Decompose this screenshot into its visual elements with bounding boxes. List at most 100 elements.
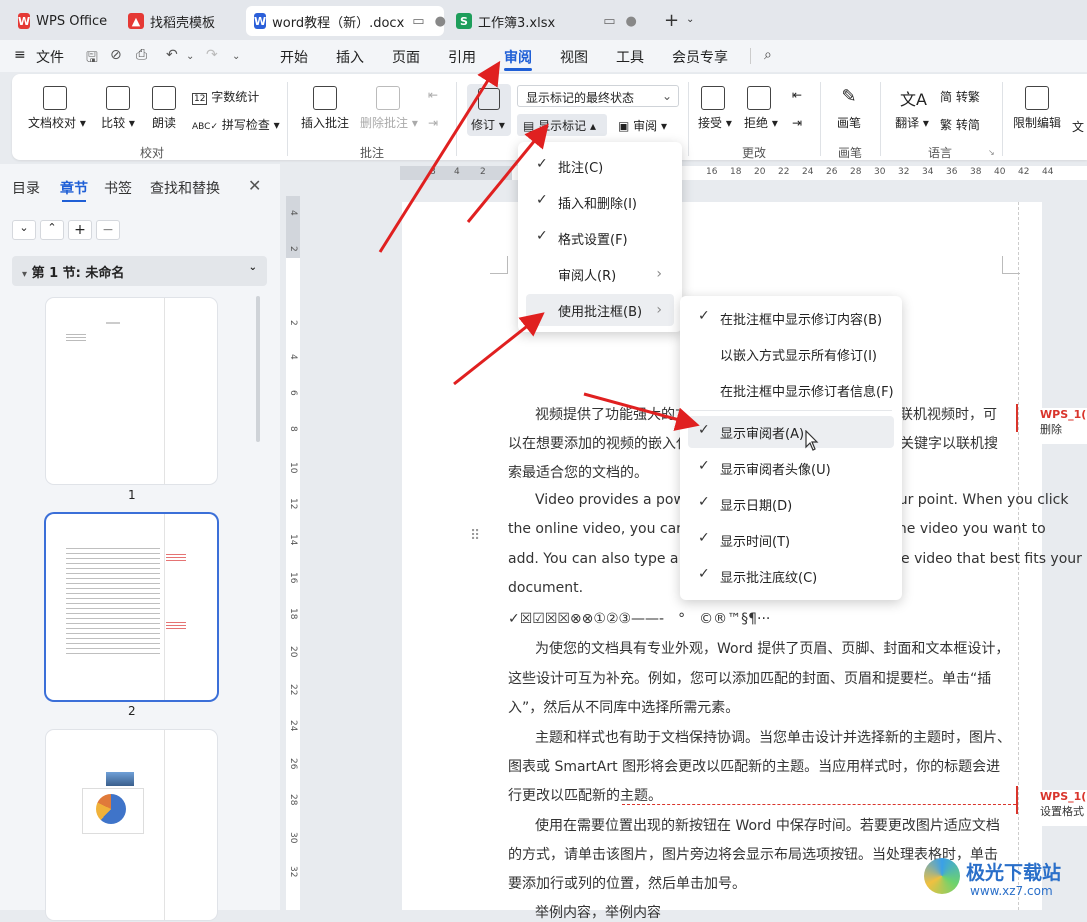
- page-thumbnail-2[interactable]: [46, 514, 217, 700]
- tab-dot-icon[interactable]: ●: [625, 14, 636, 29]
- ruler-label: 30: [874, 167, 886, 177]
- vertical-ruler-ticks: 4 2 2 4 6 8 10 12 14 16 18 20 22 24 26 28 30 32: [286, 196, 300, 910]
- next-change-icon[interactable]: ⇥: [792, 116, 802, 130]
- translate-icon: 文A: [900, 90, 927, 109]
- scrollbar[interactable]: [256, 296, 260, 442]
- delete-comment-button[interactable]: 删除批注 ▾: [360, 86, 418, 131]
- compare-button[interactable]: 比较 ▾: [98, 86, 138, 131]
- tab-docer[interactable]: ▲ 找稻壳模板: [120, 6, 242, 36]
- markup-state-select[interactable]: 显示标记的最终状态 ⌄: [517, 85, 679, 107]
- read-aloud-button[interactable]: 朗读: [150, 86, 178, 131]
- print-preview-icon[interactable]: ⎙: [136, 47, 147, 63]
- label: 显示时间(T): [720, 534, 791, 550]
- ruler-label: 38: [970, 167, 982, 177]
- menu-item-reviewer-info-in-balloons[interactable]: 在批注框中显示修订者信息(F): [688, 374, 894, 406]
- active-tab-indicator: [62, 200, 86, 202]
- chevron-down-icon[interactable]: ⌄: [186, 51, 194, 62]
- collapse-icon[interactable]: ⌄: [12, 220, 36, 240]
- menu-item-show-revisions-in-balloons[interactable]: ✓ 在批注框中显示修订内容(B): [688, 302, 894, 334]
- pen-button[interactable]: ✎ 画笔: [834, 86, 864, 131]
- expand-icon[interactable]: ⌃: [40, 220, 64, 240]
- monitor-icon[interactable]: ▭: [603, 14, 615, 29]
- more-icon[interactable]: ⌄: [232, 51, 240, 62]
- doc-check-button[interactable]: 文档校对 ▾: [28, 86, 86, 131]
- menu-item-inline-revisions[interactable]: 以嵌入方式显示所有修订(I): [688, 338, 894, 370]
- section-header[interactable]: ▾ 第 1 节: 未命名 ⌄: [12, 256, 267, 286]
- expand-group-icon[interactable]: ↘: [988, 148, 995, 157]
- track-button[interactable]: 修订 ▾: [467, 84, 511, 136]
- menu-review[interactable]: 审阅: [504, 47, 532, 67]
- menu-item-comment-shading[interactable]: ✓ 显示批注底纹(C): [688, 560, 894, 592]
- page-thumbnail-1[interactable]: [46, 298, 217, 484]
- spell-check-button[interactable]: ABC✓ 拼写检查 ▾: [192, 116, 280, 133]
- reviewing-pane-icon: ▣: [618, 119, 630, 133]
- menu-start[interactable]: 开始: [280, 47, 308, 67]
- tab-wps-office[interactable]: W WPS Office: [10, 6, 114, 36]
- tab-dot-icon[interactable]: ●: [435, 14, 446, 29]
- menu-item-show-avatar[interactable]: ✓ 显示审阅者头像(U): [688, 452, 894, 484]
- page-thumbnail-3[interactable]: [46, 730, 217, 920]
- tab-toc[interactable]: 目录: [12, 178, 40, 198]
- prev-comment-icon[interactable]: ⇤: [428, 88, 438, 102]
- paragraph-line: ✓☒☑☒☒⊗⊗①②③——- ° ©®™§¶···: [508, 611, 771, 627]
- redo-icon[interactable]: ↷: [206, 47, 218, 63]
- undo-icon[interactable]: ↶: [166, 47, 178, 63]
- word-count-button[interactable]: 12 字数统计: [192, 88, 259, 105]
- menu-tools[interactable]: 工具: [616, 47, 644, 67]
- close-icon[interactable]: ✕: [248, 176, 261, 195]
- trad-convert-button[interactable]: 简 转繁: [940, 88, 980, 105]
- comment-balloon-2[interactable]: WPS_1( 设置格式: [1040, 790, 1087, 826]
- ruler-label: 34: [922, 167, 934, 177]
- reviewing-pane-button[interactable]: ▣ 审阅 ▾: [618, 117, 667, 134]
- next-comment-icon[interactable]: ⇥: [428, 116, 438, 130]
- menu-page[interactable]: 页面: [392, 47, 420, 67]
- more-ribbon-button[interactable]: 文: [1072, 118, 1084, 135]
- tab-sections[interactable]: 章节: [60, 178, 88, 198]
- menu-reference[interactable]: 引用: [448, 47, 476, 67]
- monitor-icon[interactable]: ▭: [412, 14, 424, 29]
- menu-item-insert-delete[interactable]: ✓ 插入和删除(I): [526, 186, 674, 218]
- search-icon[interactable]: ⌕: [764, 47, 772, 63]
- chevron-down-icon[interactable]: ⌄: [686, 14, 694, 25]
- ruler-label: 36: [946, 167, 958, 177]
- new-tab-icon[interactable]: +: [664, 10, 679, 31]
- tab-bookmarks[interactable]: 书签: [104, 178, 132, 198]
- watermark-title: 极光下载站: [966, 862, 1062, 884]
- tab-label: word教程（新）.docx: [272, 15, 405, 31]
- prev-change-icon[interactable]: ⇤: [792, 88, 802, 102]
- nav-panel: 目录 章节 书签 查找和替换 ✕ ⌄ ⌃ + − ▾ 第 1 节: 未命名 ⌄ …: [0, 164, 280, 920]
- check-icon: ✓: [698, 566, 710, 582]
- menu-item-reviewers[interactable]: 审阅人(R) ›: [526, 258, 674, 290]
- ruler-label: 4: [454, 167, 460, 177]
- share-icon[interactable]: ⊘: [110, 47, 122, 63]
- show-markup-button[interactable]: ▤ 显示标记 ▴: [517, 114, 607, 136]
- translate-button[interactable]: 文A 翻译 ▾: [892, 86, 932, 131]
- label: 显示审阅者(A): [720, 426, 805, 442]
- restrict-edit-button[interactable]: 限制编辑: [1012, 86, 1062, 131]
- simp-convert-button[interactable]: 繁 转简: [940, 116, 980, 133]
- tab-word-doc[interactable]: W word教程（新）.docx ▭ ●: [246, 6, 446, 36]
- accept-button[interactable]: 接受 ▾: [698, 86, 732, 131]
- menu-view[interactable]: 视图: [560, 47, 588, 67]
- chevron-right-icon: ›: [656, 266, 662, 282]
- menu-item-formatting[interactable]: ✓ 格式设置(F): [526, 222, 674, 254]
- menu-item-show-time[interactable]: ✓ 显示时间(T): [688, 524, 894, 556]
- tab-find-replace[interactable]: 查找和替换: [150, 178, 220, 198]
- menu-item-show-reviewer[interactable]: ✓ 显示审阅者(A): [688, 416, 894, 448]
- menu-item-show-date[interactable]: ✓ 显示日期(D): [688, 488, 894, 520]
- add-section-icon[interactable]: +: [68, 220, 92, 240]
- paragraph-line: 索最适合您的文档的。: [508, 465, 648, 481]
- menu-file[interactable]: 文件: [36, 47, 64, 67]
- menu-item-balloons[interactable]: 使用批注框(B) ›: [526, 294, 674, 326]
- remove-section-icon[interactable]: −: [96, 220, 120, 240]
- tab-excel-book[interactable]: S 工作簿3.xlsx ▭ ●: [448, 6, 650, 36]
- menu-vip[interactable]: 会员专享: [672, 47, 728, 67]
- comment-balloon-1[interactable]: WPS_1( 删除: [1040, 408, 1087, 444]
- menu-item-comments[interactable]: ✓ 批注(C): [526, 150, 674, 182]
- reject-button[interactable]: 拒绝 ▾: [744, 86, 778, 131]
- hamburger-icon[interactable]: ≡: [14, 47, 26, 63]
- insert-comment-button[interactable]: 插入批注: [300, 86, 350, 131]
- save-icon[interactable]: 🖫: [86, 47, 98, 71]
- drag-handle-icon[interactable]: ⠿: [470, 528, 480, 544]
- menu-insert[interactable]: 插入: [336, 47, 364, 67]
